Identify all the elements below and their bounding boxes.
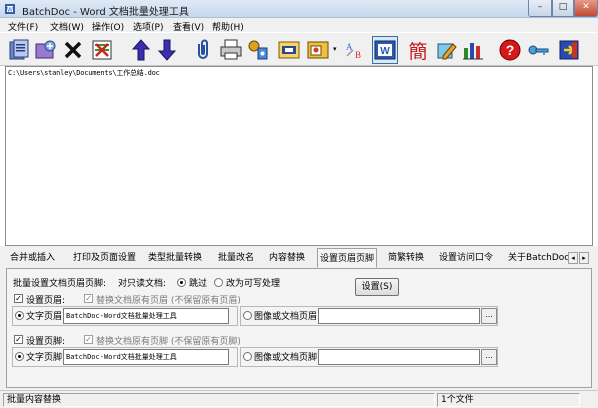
footer-image-field[interactable] [318,349,480,365]
status-text: 批量内容替换 [3,393,435,407]
window-title: BatchDoc - Word 文档批量处理工具 [22,7,189,18]
rewrite-label: 改为可写处理 [226,279,281,289]
tab-replace[interactable]: 内容替换 [267,250,307,267]
traditional-chinese-icon[interactable]: 簡 [405,36,431,64]
status-bar: 批量内容替换 1个文件 [0,390,598,408]
toolbar: ▾ AB W 簡 ? [0,32,598,66]
readonly-label: 对只读文档: [118,279,167,289]
footer-text-field[interactable]: BatchDoc-Word文档批量处理工具 [63,349,229,365]
image-icon[interactable] [305,36,331,64]
tab-merge[interactable]: 合并或插入 [8,250,57,267]
edit-icon[interactable] [434,36,460,64]
tab-simplified-traditional[interactable]: 简繁转换 [386,250,426,267]
attach-icon[interactable] [190,36,216,64]
menu-bar: 文件(F) 文档(W) 操作(O) 选项(P) 查看(V) 帮助(H) [0,18,598,33]
clear-list-icon[interactable] [89,36,115,64]
footer-browse-button[interactable]: ... [481,349,497,365]
minimize-button[interactable]: – [528,0,552,17]
move-down-icon[interactable] [154,36,180,64]
tab-rename[interactable]: 批量改名 [216,250,256,267]
word-icon[interactable]: W [372,36,398,64]
image-header-radio[interactable] [243,311,252,320]
key-icon[interactable] [525,36,551,64]
image-header-label: 图像或文档页眉 [254,312,318,322]
rename-icon[interactable] [276,36,302,64]
maximize-button[interactable]: □ [552,0,574,17]
exit-icon[interactable] [556,36,582,64]
app-icon: W [5,4,15,14]
list-item[interactable]: C:\Users\stanley\Documents\工作总结.doc [8,68,160,78]
add-folder-icon[interactable] [33,36,59,64]
replace-header-label: 替换文档原有页眉 (不保留原有页眉) [96,296,241,306]
header-browse-button[interactable]: ... [481,308,497,324]
tab-scroll-right[interactable]: ▸ [579,252,589,264]
tab-scroll-left[interactable]: ◂ [568,252,578,264]
image-footer-label: 图像或文档页脚 [254,353,318,363]
close-button[interactable]: ✕ [574,0,598,17]
text-footer-radio[interactable] [15,352,24,361]
text-header-radio[interactable] [15,311,24,320]
replace-header-checkbox[interactable]: ✓ [84,294,93,303]
help-icon[interactable]: ? [497,36,523,64]
text-footer-label: 文字页脚 [26,353,63,363]
tab-password[interactable]: 设置访问口令 [437,250,495,267]
tab-type-convert[interactable]: 类型批量转换 [146,250,204,267]
svg-text:W: W [380,46,390,57]
file-count: 1个文件 [437,393,580,407]
text-header-label: 文字页眉 [26,312,63,322]
footer-checkbox[interactable]: ✓ [14,335,23,344]
file-list[interactable]: C:\Users\stanley\Documents\工作总结.doc [5,66,593,246]
spell-check-icon[interactable]: AB [342,36,368,64]
svg-text:B: B [355,50,361,60]
svg-text:W: W [7,8,13,14]
tab-header-footer[interactable]: 设置页眉页脚 [317,248,378,268]
replace-footer-checkbox[interactable]: ✓ [84,335,93,344]
skip-label: 跳过 [189,279,208,289]
svg-text:?: ? [506,42,515,58]
options-panel: 合并或插入 打印及页面设置 类型批量转换 批量改名 内容替换 设置页眉页脚 简繁… [0,246,598,390]
header-checkbox[interactable]: ✓ [14,294,23,303]
footer-checkbox-label: 设置页脚: [26,337,66,347]
set-button[interactable]: 设置(S) [355,278,399,296]
print-icon[interactable] [218,36,244,64]
skip-radio[interactable] [177,278,186,287]
tab-about[interactable]: 关于BatchDoc [506,250,571,267]
tools-icon[interactable] [245,36,271,64]
replace-footer-label: 替换文档原有页脚 (不保留原有页脚) [96,337,241,347]
header-image-field[interactable] [318,308,480,324]
header-checkbox-label: 设置页眉: [26,296,66,306]
move-up-icon[interactable] [128,36,154,64]
header-text-field[interactable]: BatchDoc-Word文档批量处理工具 [63,308,229,324]
title-bar: W BatchDoc - Word 文档批量处理工具 – □ ✕ [0,0,598,18]
chevron-down-icon[interactable]: ▾ [333,45,337,53]
add-files-icon[interactable] [6,36,32,64]
image-footer-radio[interactable] [243,352,252,361]
rewrite-radio[interactable] [214,278,223,287]
statistics-icon[interactable] [460,36,486,64]
delete-icon[interactable] [60,36,86,64]
section-label: 批量设置文档页眉页脚: [13,279,107,289]
svg-text:簡: 簡 [408,41,427,62]
tab-print-setup[interactable]: 打印及页面设置 [71,250,138,267]
